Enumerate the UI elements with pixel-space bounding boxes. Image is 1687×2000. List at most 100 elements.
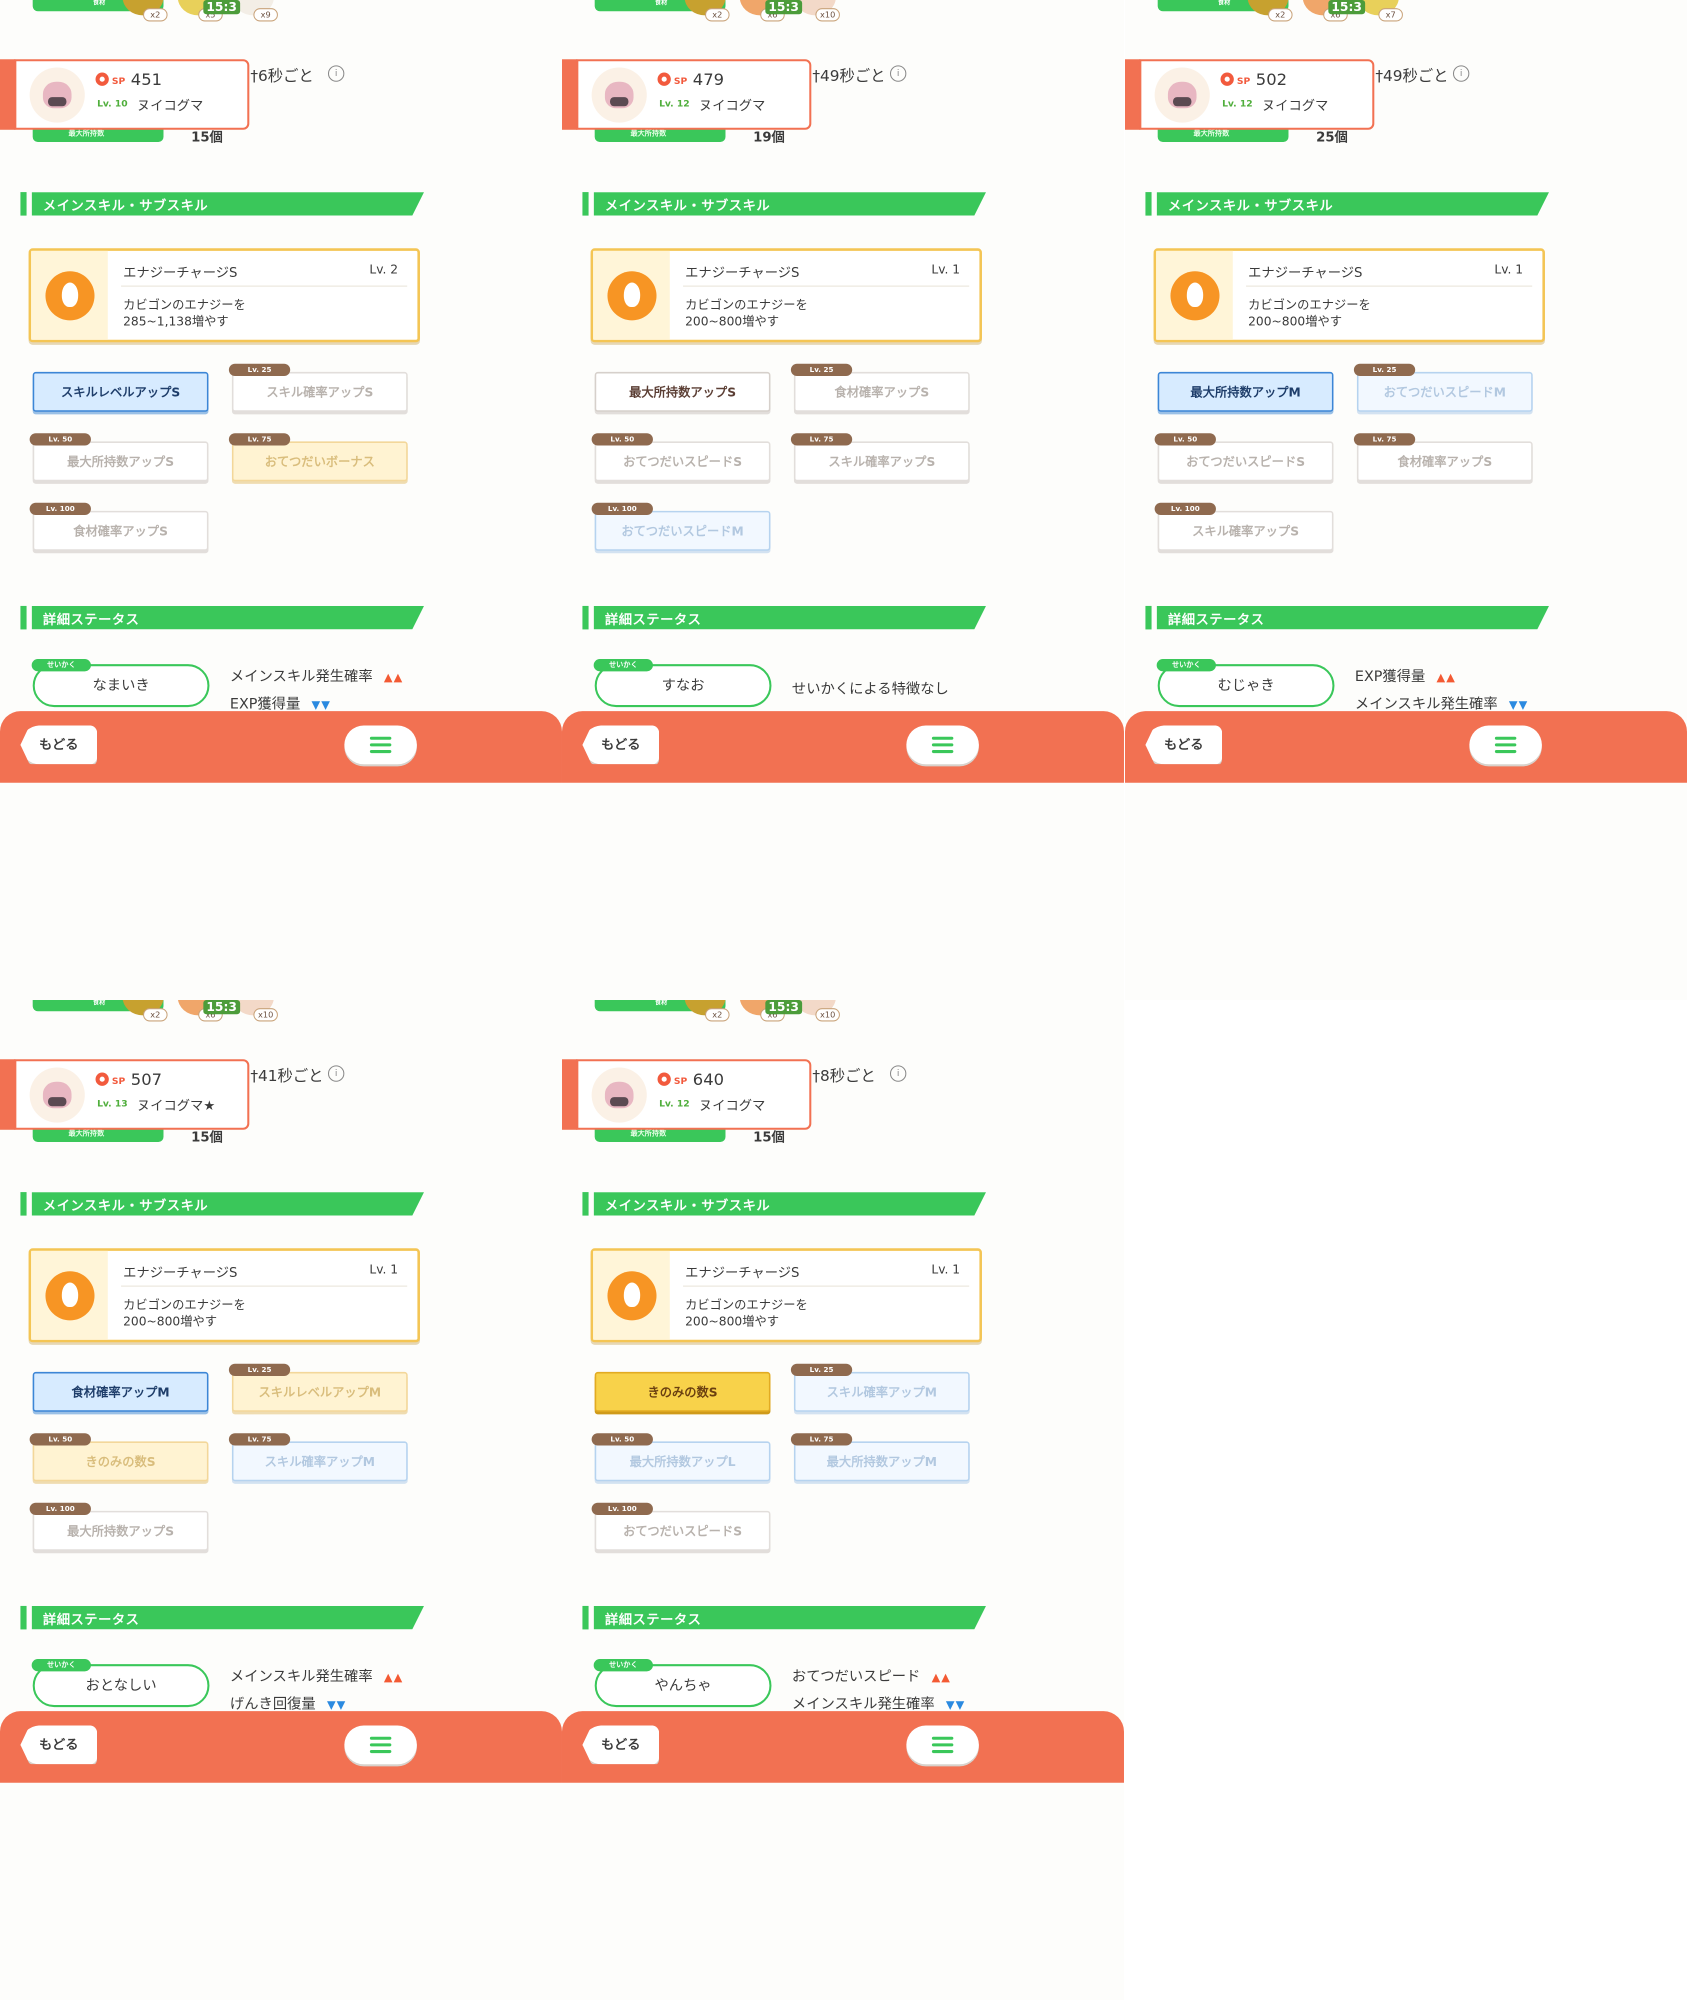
sp-value: 507	[130, 1069, 162, 1089]
info-icon[interactable]: i	[327, 65, 345, 82]
section-title: メインスキル・サブスキル	[42, 198, 209, 214]
pokemon-detail-panel: 食材 x2 x6 x10 15:3 †41秒ごと i 最大所持数 15個 SP …	[0, 1000, 562, 2000]
pokemon-header-card: SP 502 Lv. 12 ヌイコグマ	[1139, 59, 1375, 130]
nature-tag: せいかく	[593, 1659, 653, 1672]
subskill-button[interactable]: 最大所持数アップM	[1157, 371, 1334, 412]
ingredient-strip: 食材 x2 x6 x10 15:3	[562, 1000, 1124, 1041]
menu-button[interactable]	[344, 725, 417, 765]
ingredient-count: x2	[1268, 8, 1293, 22]
nature-effect-text: メインスキル発生確率	[1354, 695, 1498, 713]
info-icon[interactable]: i	[889, 1065, 907, 1082]
subskill-button[interactable]: おてつだいスピードS	[594, 1510, 771, 1551]
back-button[interactable]: もどる	[1145, 725, 1223, 765]
nature-effect-arrows: ▲▲	[1436, 671, 1456, 685]
subskill-unlock-tag: Lv. 75	[228, 1433, 291, 1446]
back-button[interactable]: もどる	[582, 725, 660, 765]
subskill-button[interactable]: 最大所持数アップS	[32, 441, 209, 482]
clock-time: 15:3	[203, 0, 240, 15]
pokemon-header-card: SP 507 Lv. 13 ヌイコグマ★	[14, 1059, 250, 1130]
fire-icon	[607, 271, 657, 321]
ingredient-label: 食材	[654, 0, 668, 7]
subskill-unlock-tag: Lv. 75	[790, 1433, 853, 1446]
menu-button[interactable]	[906, 725, 979, 765]
subskill-button[interactable]: スキル確率アップS	[793, 441, 970, 482]
nature-effect: げんき回復量 ▼▼	[230, 1693, 346, 1713]
subskill-button[interactable]: 最大所持数アップS	[594, 371, 771, 412]
ingredient-count: x2	[143, 1008, 168, 1022]
nature-effect-arrows: ▼▼	[945, 1698, 966, 1712]
ingredient-count: x7	[1378, 8, 1403, 22]
pokemon-level: Lv. 13	[97, 1098, 128, 1109]
back-button[interactable]: もどる	[20, 725, 98, 765]
subskill-button[interactable]: 食材確率アップM	[32, 1371, 209, 1412]
subskill-button[interactable]: 食材確率アップS	[32, 510, 209, 551]
clock-time: 15:3	[765, 1000, 802, 1015]
nature-effect-text: EXP獲得量	[1354, 667, 1426, 685]
ingredient-count: x2	[705, 8, 730, 22]
ingredient-count: x10	[815, 1008, 840, 1022]
subskill-button[interactable]: おてつだいスピードM	[594, 510, 771, 551]
subskill-button[interactable]: 食材確率アップS	[793, 371, 970, 412]
ingredient-count: x2	[705, 1008, 730, 1022]
subskill-unlock-tag: Lv. 50	[1154, 433, 1216, 446]
subskill-button[interactable]: おてつだいボーナス	[231, 441, 408, 482]
pokemon-avatar	[29, 67, 85, 123]
pokeball-icon	[657, 1072, 671, 1086]
main-skill-card[interactable]: エナジーチャージS Lv. 1 カビゴンのエナジーを 200~800増やす	[590, 1248, 982, 1343]
back-button[interactable]: もどる	[582, 1725, 660, 1765]
subskill-button[interactable]: おてつだいスピードM	[1356, 371, 1533, 412]
subskill-unlock-tag: Lv. 100	[591, 502, 653, 515]
nature-tag: せいかく	[1156, 659, 1216, 672]
subskill-button[interactable]: おてつだいスピードS	[1157, 441, 1334, 482]
pokemon-name: ヌイコグマ	[1261, 98, 1329, 114]
subskill-button[interactable]: きのみの数S	[594, 1371, 771, 1412]
ingredient-icon: x2	[119, 0, 168, 29]
help-frequency: †6秒ごと	[250, 67, 314, 86]
section-title: メインスキル・サブスキル	[604, 198, 771, 214]
nature-effect-text: げんき回復量	[229, 1695, 316, 1713]
subskill-button[interactable]: スキル確率アップM	[793, 1371, 970, 1412]
main-skill-card[interactable]: エナジーチャージS Lv. 1 カビゴンのエナジーを 200~800増やす	[1153, 248, 1545, 343]
subskill-button[interactable]: 最大所持数アップL	[594, 1441, 771, 1482]
info-icon[interactable]: i	[889, 65, 907, 82]
subskill-button[interactable]: スキル確率アップM	[231, 1441, 408, 1482]
main-skill-card[interactable]: エナジーチャージS Lv. 2 カビゴンのエナジーを 285~1,138増やす	[28, 248, 420, 343]
pokemon-detail-panel: 食材 x2 x6 x10 15:3 †8秒ごと i 最大所持数 15個 SP 6…	[562, 1000, 1124, 2000]
main-skill-card[interactable]: エナジーチャージS Lv. 1 カビゴンのエナジーを 200~800増やす	[28, 1248, 420, 1343]
ingredient-strip: 食材 x2 x6 x7 15:3	[1125, 0, 1687, 41]
subskill-button[interactable]: スキルレベルアップM	[231, 1371, 408, 1412]
info-icon[interactable]: i	[327, 1065, 345, 1082]
back-button[interactable]: もどる	[20, 1725, 98, 1765]
sp-value: 451	[130, 69, 162, 89]
subskill-button[interactable]: 食材確率アップS	[1356, 441, 1533, 482]
pokemon-header-card: SP 479 Lv. 12 ヌイコグマ	[576, 59, 812, 130]
main-skill-card[interactable]: エナジーチャージS Lv. 1 カビゴンのエナジーを 200~800増やす	[590, 248, 982, 343]
nature-effect-arrows: ▲▲	[383, 671, 404, 685]
pokeball-icon	[1220, 72, 1234, 86]
ingredient-strip: 食材 x2 x6 x10 15:3	[0, 1000, 562, 1041]
subskill-button[interactable]: スキルレベルアップS	[32, 371, 209, 412]
subskill-button[interactable]: スキル確率アップS	[231, 371, 408, 412]
main-skill-level: Lv. 1	[369, 1262, 399, 1277]
main-skill-name: エナジーチャージS	[685, 265, 800, 281]
subskill-button[interactable]: 最大所持数アップS	[32, 1510, 209, 1551]
section-title: メインスキル・サブスキル	[1167, 198, 1334, 214]
pokemon-header-card: SP 640 Lv. 12 ヌイコグマ	[576, 1059, 812, 1130]
subskill-button[interactable]: おてつだいスピードS	[594, 441, 771, 482]
subskill-button[interactable]: きのみの数S	[32, 1441, 209, 1482]
menu-button[interactable]	[1469, 725, 1542, 765]
subskill-button[interactable]: 最大所持数アップM	[793, 1441, 970, 1482]
menu-button[interactable]	[906, 1725, 979, 1765]
main-skill-name: エナジーチャージS	[123, 1265, 238, 1281]
subskill-button[interactable]: スキル確率アップS	[1157, 510, 1334, 551]
menu-button[interactable]	[344, 1725, 417, 1765]
pokemon-avatar	[591, 67, 647, 123]
sp-label: SP	[111, 1075, 126, 1087]
subskill-unlock-tag: Lv. 100	[29, 1502, 91, 1515]
ingredient-label: 食材	[92, 1000, 106, 1007]
menu-icon	[931, 1736, 954, 1740]
subskill-unlock-tag: Lv. 25	[1353, 363, 1416, 377]
info-icon[interactable]: i	[1452, 65, 1470, 82]
ingredient-icon: x2	[681, 0, 730, 29]
section-header-status: 詳細ステータス	[1145, 605, 1550, 630]
